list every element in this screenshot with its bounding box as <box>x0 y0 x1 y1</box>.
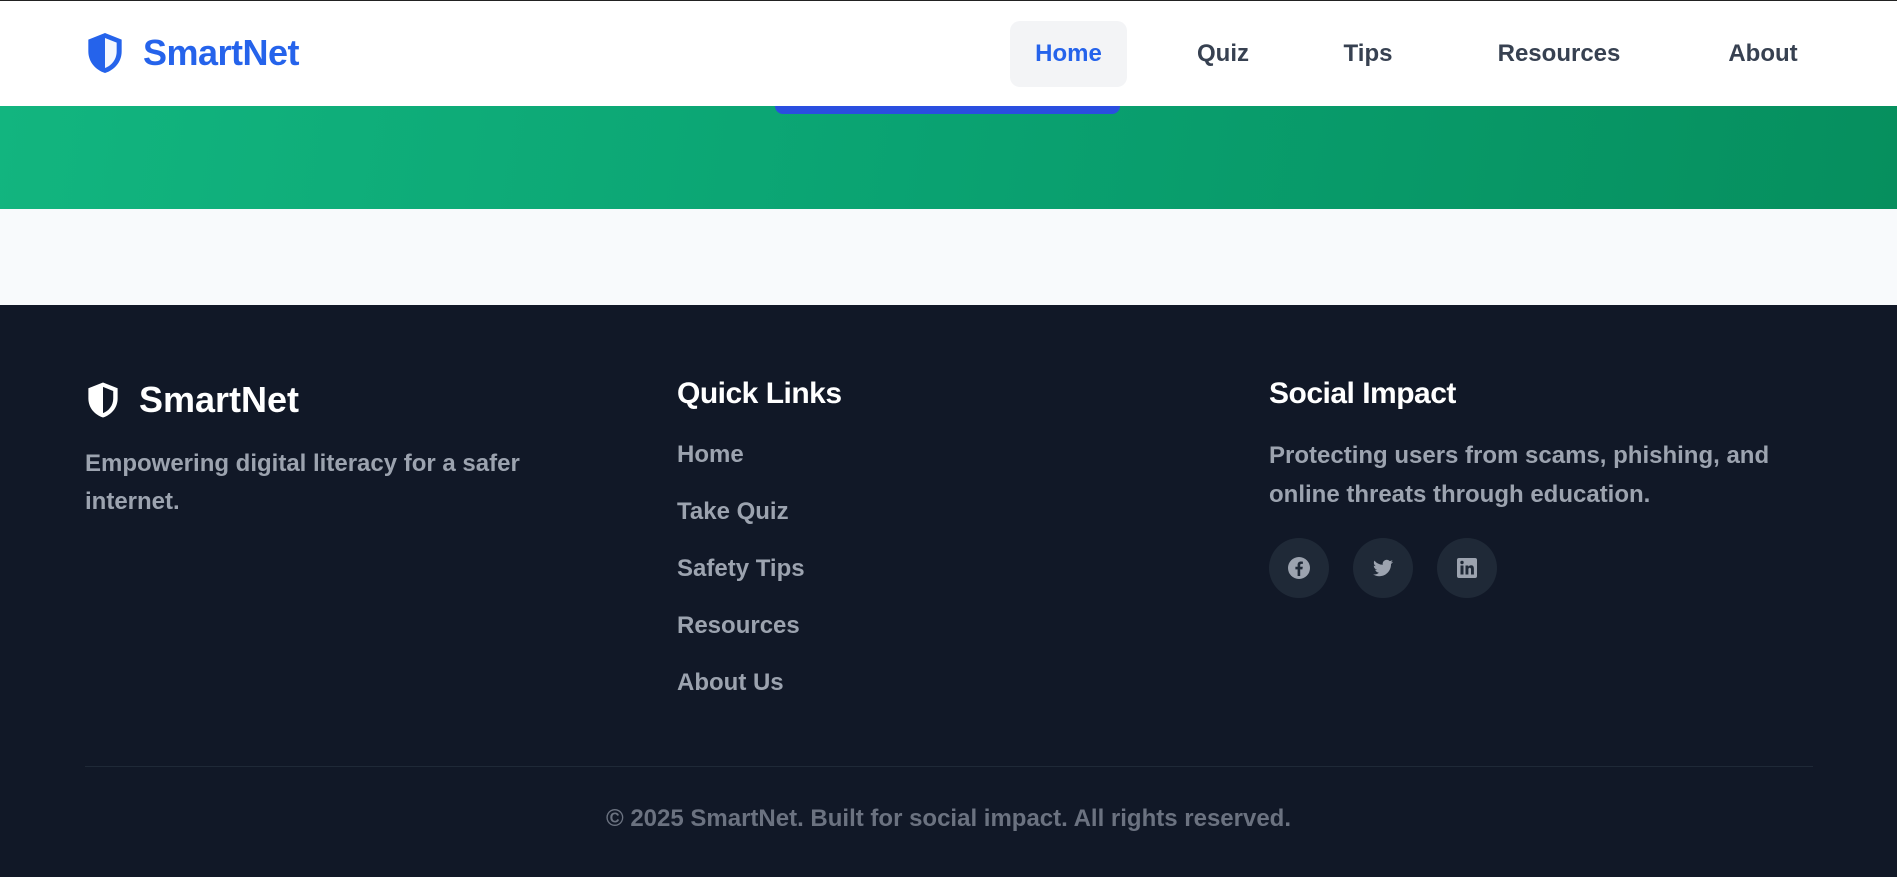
footer-link-safety-tips[interactable]: Safety Tips <box>677 549 805 606</box>
social-impact-title: Social Impact <box>1269 377 1456 410</box>
nav-about[interactable]: About <box>1707 21 1819 87</box>
brand-name: SmartNet <box>143 32 300 73</box>
copyright-text: © 2025 SmartNet. Built for social impact… <box>605 805 1292 832</box>
twitter-button[interactable] <box>1353 538 1413 598</box>
footer-link-take-quiz[interactable]: Take Quiz <box>677 492 805 549</box>
site-footer: SmartNet Empowering digital literacy for… <box>0 305 1897 877</box>
nav-resources[interactable]: Resources <box>1479 21 1639 87</box>
nav-home[interactable]: Home <box>1010 21 1127 87</box>
hero-banner <box>0 106 1897 209</box>
facebook-button[interactable] <box>1269 538 1329 598</box>
footer-brand-name: SmartNet <box>139 379 300 420</box>
footer-tagline: Empowering digital literacy for a safer … <box>85 450 520 515</box>
site-header: SmartNet Home Quiz Tips Resources About <box>0 0 1897 106</box>
hero-cta-button[interactable] <box>775 106 1120 114</box>
social-impact-text: Protecting users from scams, phishing, a… <box>1269 442 1770 508</box>
brand-logo[interactable]: SmartNet <box>85 31 300 75</box>
social-links <box>1269 538 1521 598</box>
footer-link-about-us[interactable]: About Us <box>677 663 805 720</box>
footer-link-resources[interactable]: Resources <box>677 606 805 663</box>
content-section <box>0 209 1897 305</box>
nav-quiz[interactable]: Quiz <box>1178 21 1268 87</box>
linkedin-button[interactable] <box>1437 538 1497 598</box>
nav-tips[interactable]: Tips <box>1323 21 1413 87</box>
twitter-icon <box>1373 559 1393 577</box>
shield-icon <box>88 33 122 73</box>
quick-links-list: Home Take Quiz Safety Tips Resources Abo… <box>677 435 805 720</box>
facebook-icon <box>1288 557 1310 579</box>
footer-brand: SmartNet <box>85 379 299 421</box>
quick-links-title: Quick Links <box>677 377 842 410</box>
footer-link-home[interactable]: Home <box>677 435 805 492</box>
linkedin-icon <box>1457 558 1477 578</box>
shield-icon <box>88 382 118 418</box>
footer-divider <box>85 766 1813 767</box>
